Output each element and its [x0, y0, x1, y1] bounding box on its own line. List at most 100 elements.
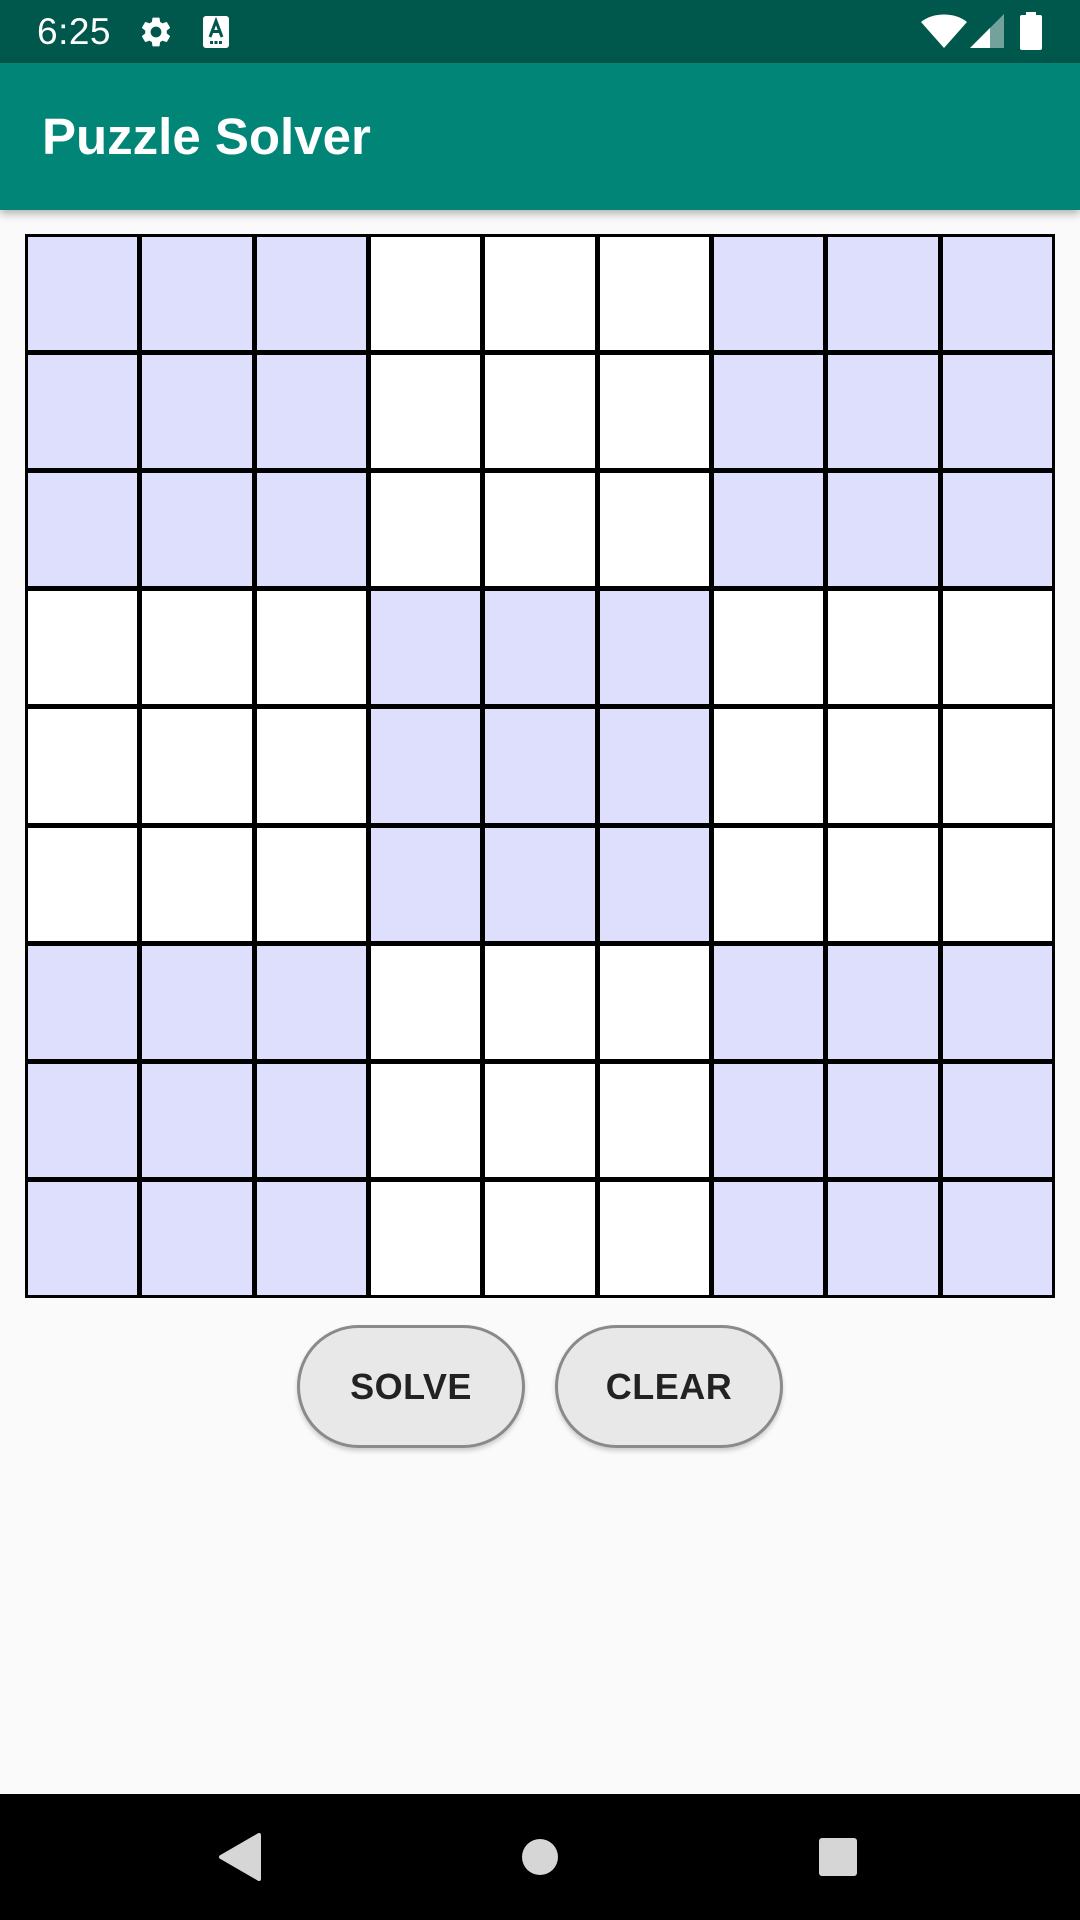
grid-cell[interactable] [599, 945, 709, 1059]
back-icon [219, 1833, 261, 1881]
grid-cell[interactable] [142, 591, 252, 705]
grid-cell[interactable] [371, 591, 481, 705]
grid-cell[interactable] [485, 827, 595, 941]
grid-cell[interactable] [828, 355, 938, 469]
grid-cell[interactable] [485, 1063, 595, 1177]
grid-cell[interactable] [256, 827, 366, 941]
grid-cell[interactable] [485, 237, 595, 351]
grid-cell[interactable] [142, 827, 252, 941]
grid-cell[interactable] [599, 709, 709, 823]
grid-cell[interactable] [828, 1181, 938, 1295]
grid-cell[interactable] [942, 945, 1052, 1059]
sudoku-grid [25, 234, 1055, 1298]
status-time: 6:25 [37, 11, 112, 52]
grid-cell[interactable] [599, 827, 709, 941]
recents-button[interactable] [798, 1822, 878, 1892]
grid-cell[interactable] [714, 945, 824, 1059]
grid-cell[interactable] [828, 1063, 938, 1177]
grid-cell[interactable] [371, 1063, 481, 1177]
grid-cell[interactable] [142, 709, 252, 823]
grid-cell[interactable] [828, 827, 938, 941]
grid-cell[interactable] [714, 355, 824, 469]
grid-cell[interactable] [714, 1063, 824, 1177]
battery-icon [1020, 12, 1042, 50]
grid-cell[interactable] [371, 237, 481, 351]
grid-cell[interactable] [599, 237, 709, 351]
recents-icon [819, 1838, 857, 1876]
grid-cell[interactable] [485, 709, 595, 823]
grid-cell[interactable] [371, 945, 481, 1059]
grid-cell[interactable] [142, 355, 252, 469]
grid-cell[interactable] [256, 473, 366, 587]
grid-cell[interactable] [599, 473, 709, 587]
grid-cell[interactable] [714, 591, 824, 705]
solve-button[interactable]: SOLVE [297, 1325, 525, 1448]
grid-cell[interactable] [942, 709, 1052, 823]
wifi-icon [921, 14, 967, 48]
grid-cell[interactable] [256, 945, 366, 1059]
grid-cell[interactable] [485, 473, 595, 587]
grid-cell[interactable] [256, 1181, 366, 1295]
cell-signal-icon [970, 14, 1004, 48]
app-bar: Puzzle Solver [0, 63, 1080, 210]
app-title: Puzzle Solver [42, 108, 371, 165]
grid-cell[interactable] [942, 827, 1052, 941]
grid-cell[interactable] [828, 709, 938, 823]
grid-cell[interactable] [28, 1181, 138, 1295]
grid-cell[interactable] [371, 709, 481, 823]
grid-cell[interactable] [256, 355, 366, 469]
grid-cell[interactable] [371, 827, 481, 941]
grid-cell[interactable] [942, 237, 1052, 351]
grid-cell[interactable] [28, 709, 138, 823]
grid-cell[interactable] [714, 1181, 824, 1295]
grid-cell[interactable] [714, 237, 824, 351]
grid-cell[interactable] [256, 1063, 366, 1177]
grid-cell[interactable] [28, 237, 138, 351]
grid-cell[interactable] [599, 1181, 709, 1295]
grid-cell[interactable] [371, 473, 481, 587]
grid-cell[interactable] [28, 591, 138, 705]
grid-cell[interactable] [28, 945, 138, 1059]
grid-cell[interactable] [828, 473, 938, 587]
grid-cell[interactable] [256, 237, 366, 351]
grid-cell[interactable] [28, 827, 138, 941]
grid-cell[interactable] [485, 355, 595, 469]
grid-cell[interactable] [599, 355, 709, 469]
grid-cell[interactable] [828, 237, 938, 351]
grid-cell[interactable] [28, 355, 138, 469]
grid-cell[interactable] [942, 473, 1052, 587]
grid-cell[interactable] [371, 1181, 481, 1295]
grid-cell[interactable] [142, 1181, 252, 1295]
grid-cell[interactable] [942, 1063, 1052, 1177]
grid-cell[interactable] [28, 1063, 138, 1177]
grid-cell[interactable] [828, 591, 938, 705]
grid-cell[interactable] [256, 709, 366, 823]
grid-cell[interactable] [485, 945, 595, 1059]
grid-cell[interactable] [714, 827, 824, 941]
status-bar: 6:25 [0, 0, 1080, 63]
grid-cell[interactable] [142, 237, 252, 351]
back-button[interactable] [199, 1822, 279, 1892]
keyboard-a-icon [203, 16, 229, 48]
grid-cell[interactable] [942, 355, 1052, 469]
grid-cell[interactable] [485, 1181, 595, 1295]
grid-cell[interactable] [371, 355, 481, 469]
home-button[interactable] [500, 1822, 580, 1892]
home-icon [522, 1839, 558, 1875]
grid-cell[interactable] [256, 591, 366, 705]
grid-cell[interactable] [485, 591, 595, 705]
clear-button[interactable]: CLEAR [555, 1325, 783, 1448]
grid-cell[interactable] [28, 473, 138, 587]
grid-cell[interactable] [942, 1181, 1052, 1295]
grid-cell[interactable] [828, 945, 938, 1059]
grid-cell[interactable] [599, 1063, 709, 1177]
navigation-bar [0, 1794, 1080, 1920]
grid-cell[interactable] [714, 709, 824, 823]
grid-cell[interactable] [714, 473, 824, 587]
grid-cell[interactable] [942, 591, 1052, 705]
grid-cell[interactable] [142, 473, 252, 587]
grid-cell[interactable] [142, 945, 252, 1059]
gear-icon [141, 17, 171, 47]
grid-cell[interactable] [142, 1063, 252, 1177]
grid-cell[interactable] [599, 591, 709, 705]
